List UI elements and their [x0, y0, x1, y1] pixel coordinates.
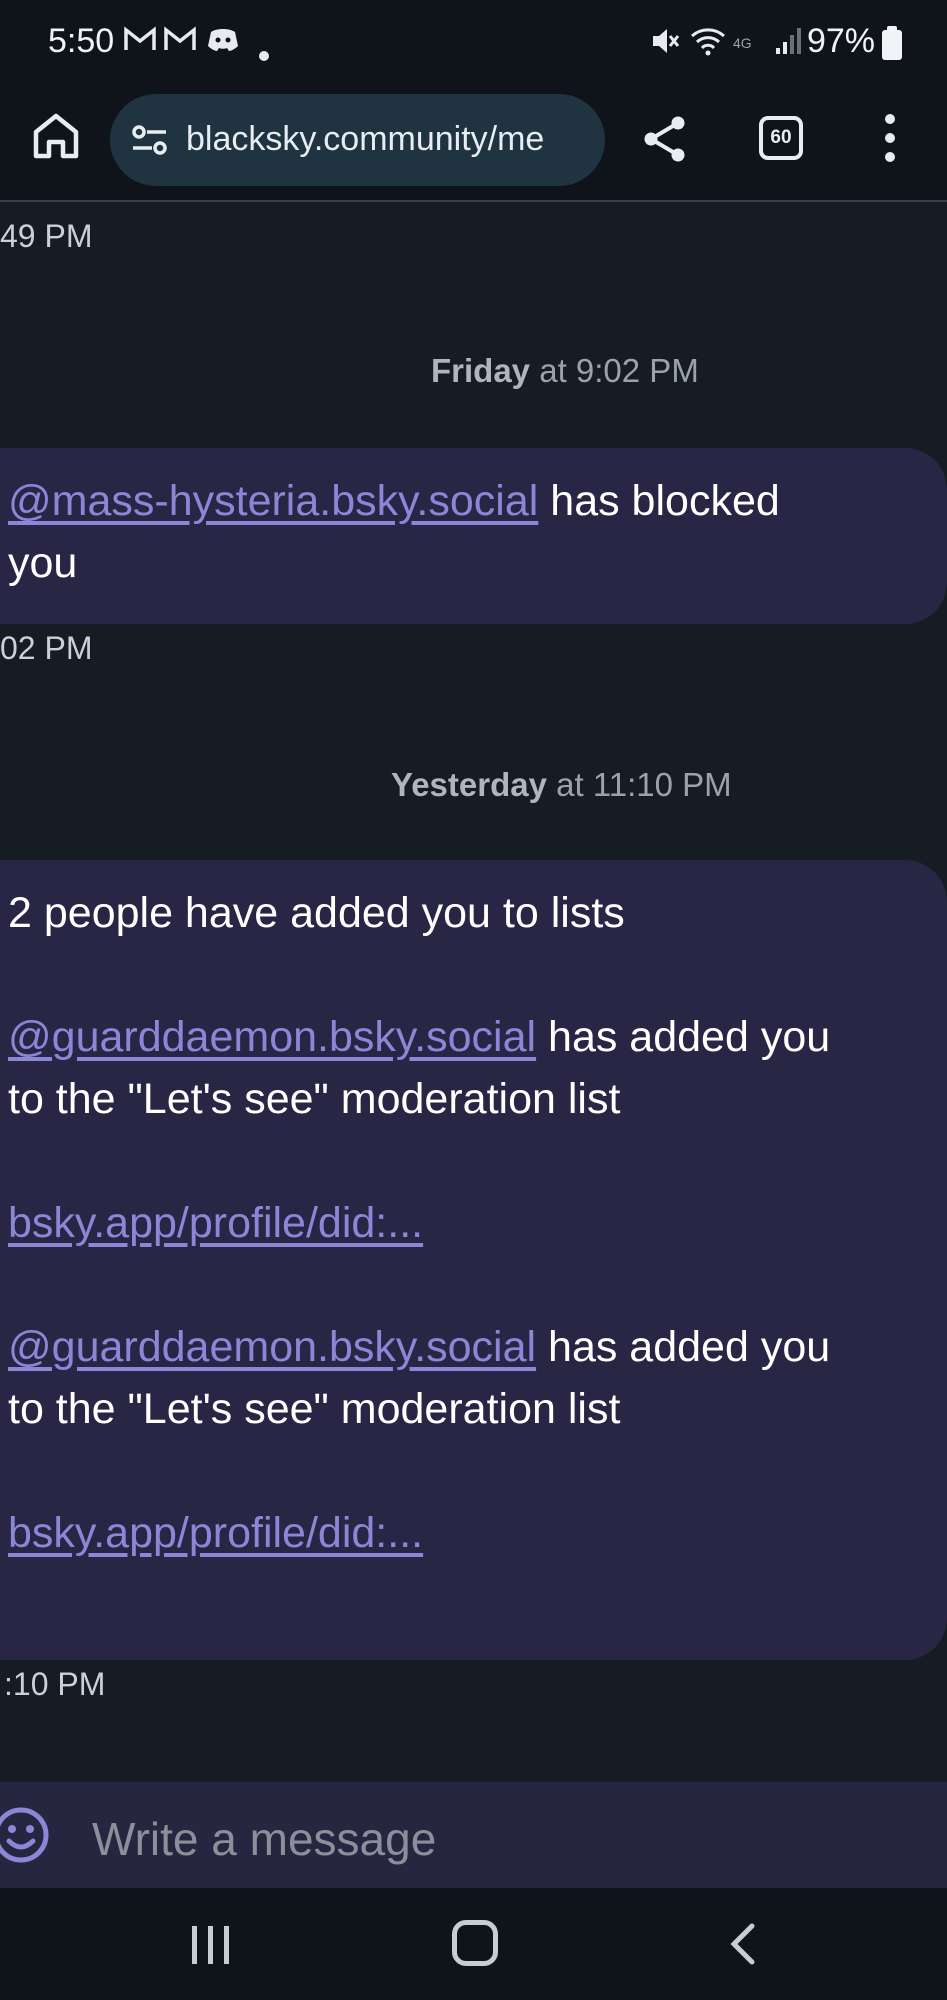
status-time: 5:50 — [48, 22, 115, 60]
site-settings-icon[interactable] — [130, 120, 170, 160]
message-text: has blocked — [550, 477, 780, 525]
message-timestamp: :10 PM — [4, 1666, 106, 1702]
mute-icon — [650, 26, 680, 62]
date-divider: Yesterday at 11:10 PM — [391, 766, 732, 804]
url-text[interactable]: blacksky.community/me — [186, 120, 544, 159]
date-divider: Friday at 9:02 PM — [431, 352, 699, 390]
profile-link[interactable]: bsky.app/profile/did:... — [8, 1509, 423, 1557]
gmail-icon — [164, 26, 196, 58]
message-timestamp: 02 PM — [0, 630, 93, 666]
message-composer[interactable]: Write a message — [0, 1782, 947, 1888]
date-divider-day: Yesterday — [391, 766, 547, 803]
share-icon[interactable] — [640, 114, 690, 164]
message-text: has added you — [548, 1013, 831, 1061]
message-timestamp: 49 PM — [0, 218, 93, 254]
date-divider-time: at 11:10 PM — [556, 766, 732, 803]
chat-thread[interactable]: 49 PM Friday at 9:02 PM @mass-hysteria.b… — [0, 204, 947, 1780]
message-text: you — [8, 539, 78, 587]
message-text: 2 people have added you to lists — [8, 889, 625, 937]
battery-percentage: 97% — [806, 22, 875, 60]
discord-icon — [207, 26, 239, 60]
signal-icon — [775, 26, 803, 62]
profile-link[interactable]: bsky.app/profile/did:... — [8, 1199, 423, 1247]
message-bubble: @mass-hysteria.bsky.social has blocked y… — [0, 448, 947, 624]
recent-apps-icon[interactable] — [186, 1924, 236, 1966]
status-bar: 5:50 4G 97% — [0, 0, 947, 90]
wifi-icon — [690, 26, 726, 62]
handle-link[interactable]: @guarddaemon.bsky.social — [8, 1323, 536, 1371]
back-icon[interactable] — [724, 1922, 760, 1966]
address-bar[interactable]: blacksky.community/me — [110, 94, 605, 186]
date-divider-time: at 9:02 PM — [539, 352, 699, 389]
more-options-icon[interactable] — [879, 110, 901, 166]
emoji-icon[interactable] — [0, 1806, 50, 1864]
date-divider-day: Friday — [431, 352, 531, 389]
message-text: to the "Let's see" moderation list — [8, 1385, 621, 1433]
message-input[interactable]: Write a message — [92, 1812, 436, 1866]
handle-link[interactable]: @guarddaemon.bsky.social — [8, 1013, 536, 1061]
gmail-icon — [124, 26, 156, 58]
lte-icon: 4G — [733, 35, 752, 51]
message-text: to the "Let's see" moderation list — [8, 1075, 621, 1123]
message-text: has added you — [548, 1323, 831, 1371]
system-navigation-bar — [0, 1888, 947, 2000]
tab-switcher-button[interactable]: 60 — [759, 116, 803, 160]
message-bubble: 2 people have added you to lists @guardd… — [0, 860, 947, 1660]
home-icon[interactable] — [30, 110, 82, 162]
home-button[interactable] — [452, 1920, 498, 1966]
handle-link[interactable]: @mass-hysteria.bsky.social — [8, 477, 538, 525]
dot-icon — [258, 38, 270, 68]
battery-icon — [882, 26, 902, 60]
browser-toolbar: blacksky.community/me 60 — [0, 90, 947, 202]
